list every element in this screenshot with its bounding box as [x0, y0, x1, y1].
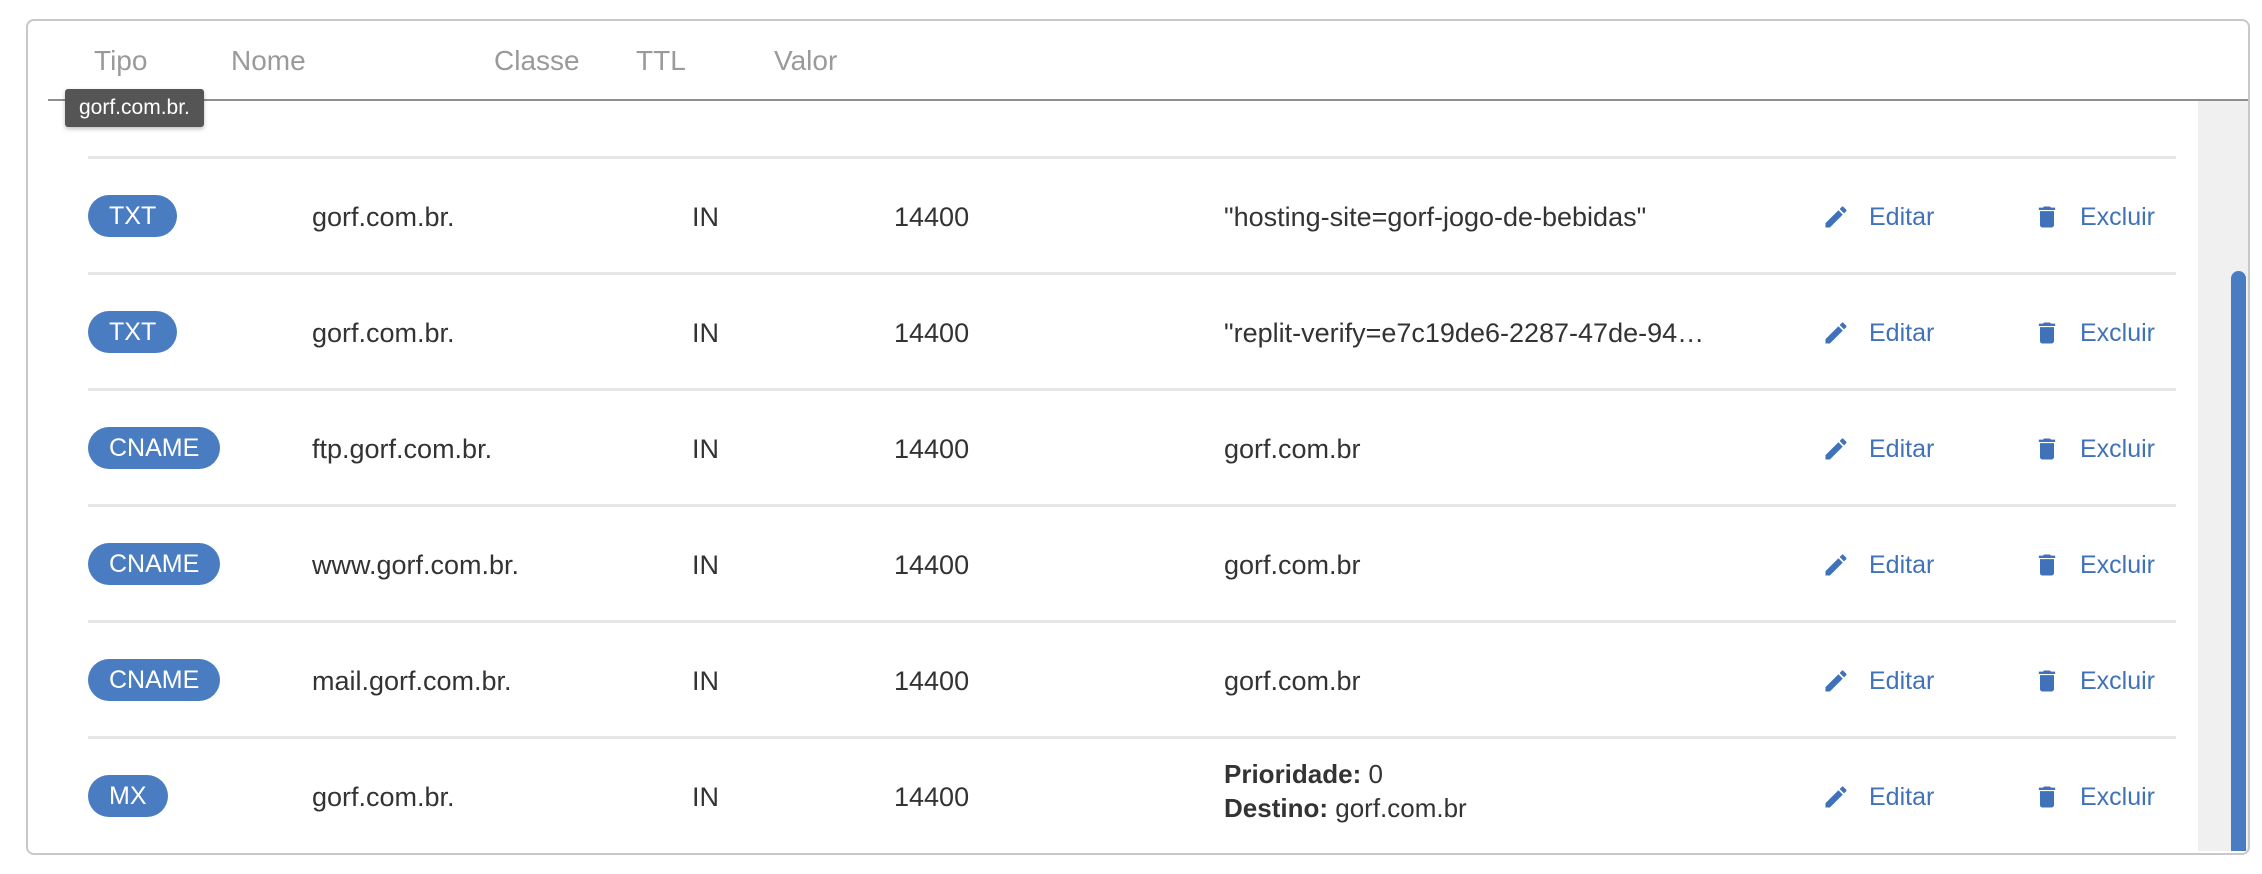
record-ttl: 14400	[894, 550, 970, 580]
trash-icon	[2038, 670, 2056, 692]
record-ttl: 14400	[894, 782, 970, 812]
table-row: MX gorf.com.br. IN 14400 Prioridade: 0 D…	[88, 736, 2176, 853]
trash-icon	[2038, 322, 2056, 344]
delete-label: Excluir	[2080, 434, 2156, 463]
table-row: CNAME ftp.gorf.com.br. IN 14400 gorf.com…	[88, 388, 2176, 507]
record-name: gorf.com.br.	[312, 202, 455, 232]
record-type-badge: CNAME	[88, 543, 221, 585]
edit-button[interactable]: Editar	[1822, 545, 1934, 585]
mx-priority-label: Prioridade:	[1224, 759, 1362, 789]
name-tooltip: gorf.com.br.	[65, 89, 204, 127]
table-row: CNAME mail.gorf.com.br. IN 14400 gorf.co…	[88, 620, 2176, 739]
delete-button[interactable]: Excluir	[2033, 545, 2155, 585]
edit-button[interactable]: Editar	[1822, 777, 1934, 817]
record-ttl: 14400	[894, 202, 970, 232]
record-name: gorf.com.br.	[312, 318, 455, 348]
record-ttl: 14400	[894, 318, 970, 348]
record-class: IN	[692, 666, 719, 696]
vertical-scrollbar[interactable]	[2231, 271, 2246, 851]
record-class: IN	[692, 550, 719, 580]
record-value: "replit-verify=e7c19de6-2287-47de-94…	[1224, 318, 1705, 348]
header-value[interactable]: Valor	[774, 41, 837, 81]
table-row: TXT gorf.com.br. IN 14400 "replit-verify…	[88, 272, 2176, 391]
records-viewport: TXT gorf.com.br. IN 14400 "hosting-site=…	[28, 101, 2198, 851]
header-type[interactable]: Tipo	[94, 41, 147, 81]
delete-button[interactable]: Excluir	[2033, 197, 2155, 237]
delete-button[interactable]: Excluir	[2033, 313, 2155, 353]
mx-destination-label: Destino:	[1224, 793, 1328, 823]
record-name: www.gorf.com.br.	[312, 550, 520, 580]
delete-label: Excluir	[2080, 550, 2156, 579]
edit-label: Editar	[1869, 550, 1935, 579]
record-value: gorf.com.br	[1224, 666, 1361, 696]
pencil-icon	[1825, 322, 1847, 344]
pencil-icon	[1825, 554, 1847, 576]
edit-button[interactable]: Editar	[1822, 313, 1934, 353]
edit-button[interactable]: Editar	[1822, 429, 1934, 469]
mx-priority: Prioridade: 0	[1224, 757, 1467, 791]
record-class: IN	[692, 318, 719, 348]
trash-icon	[2038, 438, 2056, 460]
delete-button[interactable]: Excluir	[2033, 661, 2155, 701]
edit-label: Editar	[1869, 202, 1935, 231]
edit-button[interactable]: Editar	[1822, 197, 1934, 237]
trash-icon	[2038, 786, 2056, 808]
record-ttl: 14400	[894, 434, 970, 464]
delete-label: Excluir	[2080, 202, 2156, 231]
record-type-badge: CNAME	[88, 427, 221, 469]
mx-destination: Destino: gorf.com.br	[1224, 791, 1467, 825]
edit-label: Editar	[1869, 666, 1935, 695]
delete-button[interactable]: Excluir	[2033, 777, 2155, 817]
trash-icon	[2038, 554, 2056, 576]
record-name: mail.gorf.com.br.	[312, 666, 512, 696]
mx-priority-value: 0	[1368, 759, 1383, 789]
record-value: gorf.com.br	[1224, 550, 1361, 580]
record-name: ftp.gorf.com.br.	[312, 434, 493, 464]
record-class: IN	[692, 434, 719, 464]
table-row: TXT gorf.com.br. IN 14400 "hosting-site=…	[88, 156, 2176, 275]
pencil-icon	[1825, 670, 1847, 692]
edit-label: Editar	[1869, 318, 1935, 347]
delete-button[interactable]: Excluir	[2033, 429, 2155, 469]
record-class: IN	[692, 202, 719, 232]
record-type-badge: CNAME	[88, 659, 221, 701]
record-value: gorf.com.br	[1224, 434, 1361, 464]
table-header: Tipo Nome Classe TTL Valor	[28, 21, 2248, 101]
record-class: IN	[692, 782, 719, 812]
edit-label: Editar	[1869, 782, 1935, 811]
record-value: Prioridade: 0 Destino: gorf.com.br	[1224, 757, 1467, 825]
record-ttl: 14400	[894, 666, 970, 696]
table-row: CNAME www.gorf.com.br. IN 14400 gorf.com…	[88, 504, 2176, 623]
record-type-badge: TXT	[88, 195, 178, 237]
dns-records-card: Tipo Nome Classe TTL Valor gorf.com.br. …	[26, 19, 2250, 855]
record-name: gorf.com.br.	[312, 782, 455, 812]
header-name[interactable]: Nome	[231, 41, 306, 81]
delete-label: Excluir	[2080, 666, 2156, 695]
records-list: TXT gorf.com.br. IN 14400 "hosting-site=…	[28, 101, 2248, 851]
record-value: "hosting-site=gorf-jogo-de-bebidas"	[1224, 202, 1647, 232]
record-type-badge: MX	[88, 775, 168, 817]
edit-label: Editar	[1869, 434, 1935, 463]
mx-destination-value: gorf.com.br	[1335, 793, 1467, 823]
delete-label: Excluir	[2080, 782, 2156, 811]
pencil-icon	[1825, 786, 1847, 808]
delete-label: Excluir	[2080, 318, 2156, 347]
edit-button[interactable]: Editar	[1822, 661, 1934, 701]
pencil-icon	[1825, 438, 1847, 460]
record-type-badge: TXT	[88, 311, 178, 353]
pencil-icon	[1825, 206, 1847, 228]
trash-icon	[2038, 206, 2056, 228]
header-ttl[interactable]: TTL	[636, 41, 686, 81]
header-class[interactable]: Classe	[494, 41, 580, 81]
